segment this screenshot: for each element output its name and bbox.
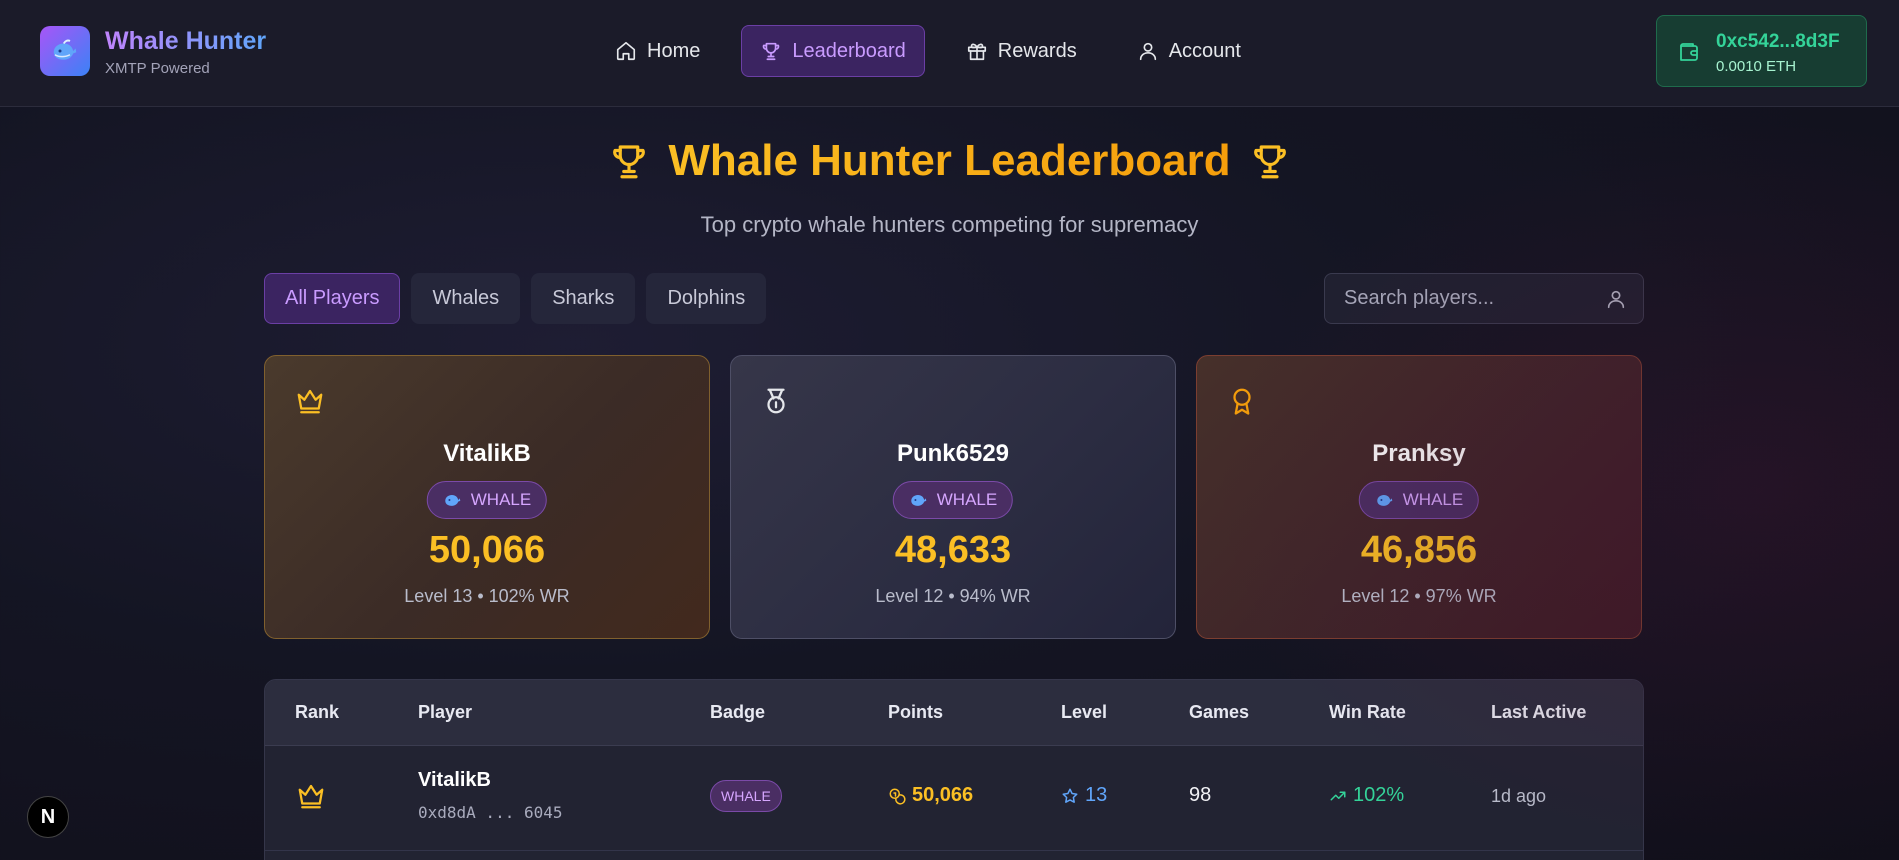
nav-home-label: Home — [647, 39, 701, 62]
nav-account-label: Account — [1168, 39, 1241, 62]
col-badge[interactable]: Badge — [710, 702, 765, 723]
award-icon — [1233, 388, 1251, 415]
filter-all-players[interactable]: All Players — [264, 273, 401, 324]
nav-rewards-label: Rewards — [997, 39, 1077, 62]
medal-icon — [767, 388, 785, 414]
home-icon — [616, 41, 636, 61]
col-player[interactable]: Player — [418, 702, 472, 723]
whale-badge: WHALE — [1358, 481, 1480, 519]
col-points[interactable]: Points — [888, 702, 943, 723]
player-level: 13 — [1061, 784, 1107, 807]
player-last-active: 1d ago — [1491, 786, 1547, 806]
badge-label: WHALE — [470, 490, 532, 509]
podium-card-first[interactable]: VitalikB WHALE 50,066 Level 13 • 102% WR — [264, 355, 710, 639]
wallet-icon — [1680, 43, 1698, 61]
gift-icon — [967, 43, 986, 61]
points-value: 50,066 — [912, 784, 974, 806]
crown-icon — [297, 389, 323, 414]
podium-meta: Level 12 • 94% WR — [875, 586, 1031, 606]
crown-icon — [298, 784, 324, 809]
table-header: Rank Player Badge Points Level Games Win… — [265, 680, 1643, 746]
user-search-icon[interactable] — [1605, 288, 1627, 310]
nav-home[interactable]: Home — [596, 25, 719, 77]
whale-badge: WHALE — [426, 481, 548, 519]
col-last-active[interactable]: Last Active — [1491, 702, 1586, 723]
filter-sharks[interactable]: Sharks — [531, 273, 636, 324]
main-nav: Home Leaderboard Rewards Account — [596, 25, 1260, 77]
nav-account[interactable]: Account — [1118, 25, 1260, 77]
whale-logo-icon[interactable] — [40, 26, 90, 76]
podium-card-third[interactable]: Pranksy WHALE 46,856 Level 12 • 97% WR — [1196, 355, 1642, 639]
wallet-button[interactable]: 0xc542...8d3F 0.0010 ETH — [1656, 15, 1867, 87]
podium-points: 46,856 — [1360, 529, 1478, 571]
filter-dolphins[interactable]: Dolphins — [646, 273, 767, 324]
podium-points: 48,633 — [894, 529, 1012, 571]
page-subtitle: Top crypto whale hunters competing for s… — [700, 212, 1199, 237]
top-header: Whale Hunter XMTP Powered Home Leaderboa… — [0, 0, 1899, 107]
dev-tools-badge[interactable]: N — [27, 796, 69, 838]
wallet-address: 0xc542...8d3F — [1716, 31, 1840, 52]
nav-leaderboard-label: Leaderboard — [792, 39, 906, 62]
trophy-icon — [763, 42, 780, 61]
player-name[interactable]: VitalikB — [418, 769, 491, 792]
player-address: 0xd8dA ... 6045 — [418, 803, 563, 822]
col-level[interactable]: Level — [1061, 702, 1107, 723]
page-title-row: Whale Hunter Leaderboard — [0, 136, 1899, 186]
podium-name: Punk6529 — [896, 440, 1010, 467]
trophy-icon — [613, 145, 646, 179]
win-rate-value: 102% — [1353, 784, 1405, 806]
filter-whales[interactable]: Whales — [411, 273, 521, 324]
coins-icon — [889, 788, 906, 804]
trending-up-icon — [1330, 791, 1346, 800]
badge-label: WHALE — [936, 490, 998, 509]
page-title: Whale Hunter Leaderboard — [668, 136, 1231, 185]
col-win-rate[interactable]: Win Rate — [1329, 702, 1406, 723]
badge-label: WHALE — [1402, 490, 1464, 509]
filter-tabs: All Players Whales Sharks Dolphins — [264, 273, 767, 324]
col-rank[interactable]: Rank — [295, 702, 339, 723]
player-badge: WHALE — [710, 780, 782, 812]
col-games[interactable]: Games — [1189, 702, 1249, 723]
whale-icon — [1377, 495, 1393, 506]
podium-name: VitalikB — [443, 440, 531, 467]
user-icon — [1139, 42, 1156, 61]
app-title[interactable]: Whale Hunter — [105, 27, 266, 56]
level-value: 13 — [1085, 784, 1108, 806]
leaderboard-table: Rank Player Badge Points Level Games Win… — [264, 679, 1644, 860]
trophy-icon — [1253, 145, 1286, 179]
whale-icon — [911, 495, 927, 506]
nav-leaderboard[interactable]: Leaderboard — [741, 25, 925, 77]
table-row[interactable]: VitalikB 0xd8dA ... 6045 WHALE 50,066 13… — [265, 747, 1643, 851]
podium-card-second[interactable]: Punk6529 WHALE 48,633 Level 12 • 94% WR — [730, 355, 1176, 639]
podium-points: 50,066 — [428, 529, 546, 571]
whale-icon — [445, 495, 461, 506]
nav-rewards[interactable]: Rewards — [947, 25, 1096, 77]
player-games: 98 — [1189, 784, 1212, 806]
search-box — [1324, 273, 1644, 324]
whale-badge: WHALE — [892, 481, 1014, 519]
player-win-rate: 102% — [1329, 784, 1404, 807]
search-input[interactable] — [1325, 274, 1595, 323]
wallet-balance: 0.0010 ETH — [1716, 58, 1797, 75]
podium-meta: Level 13 • 102% WR — [404, 586, 570, 606]
app-subtitle: XMTP Powered — [105, 60, 210, 77]
podium-name: Pranksy — [1372, 440, 1466, 467]
podium-meta: Level 12 • 97% WR — [1341, 586, 1497, 606]
player-points: 50,066 — [888, 784, 973, 807]
star-icon — [1062, 788, 1078, 803]
